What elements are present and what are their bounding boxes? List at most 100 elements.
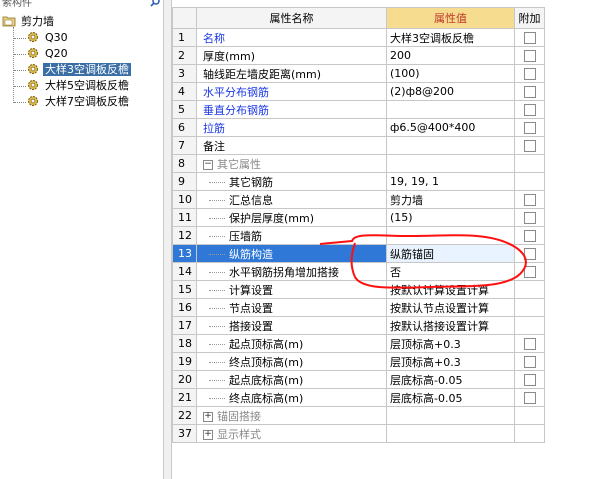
property-value[interactable]: 剪力墙 (386, 190, 515, 209)
extra-checkbox[interactable] (523, 50, 536, 62)
tree-item[interactable]: Q30 (27, 30, 70, 46)
property-row[interactable]: 9 其它钢筋 19, 19, 1 (172, 172, 545, 191)
extra-checkbox[interactable] (523, 68, 536, 80)
property-row[interactable]: 11 保护层厚度(mm) (15) (172, 208, 545, 227)
property-row[interactable]: 1 名称 大样3空调板反檐 (172, 28, 545, 47)
property-row[interactable]: 12 压墙筋 (172, 226, 545, 245)
collapse-icon[interactable]: − (203, 159, 213, 170)
extra-checkbox[interactable] (523, 356, 536, 368)
extra-checkbox[interactable] (523, 248, 536, 260)
expand-icon[interactable]: + (203, 429, 213, 440)
row-number: 12 (172, 226, 197, 245)
row-number: 4 (172, 82, 197, 101)
tree-connector (209, 344, 225, 345)
extra-checkbox[interactable] (523, 374, 536, 386)
property-value[interactable]: 大样3空调板反檐 (386, 28, 515, 47)
property-name-cell: 终点底标高(m) (196, 388, 387, 407)
tree-item[interactable]: 大样7空调板反檐 (27, 94, 131, 110)
tree-item[interactable]: 大样5空调板反檐 (27, 78, 131, 94)
property-value[interactable] (386, 154, 515, 173)
property-row[interactable]: 6 拉筋 ф6.5@400*400 (172, 118, 545, 137)
property-value[interactable]: (2)ф8@200 (386, 82, 515, 101)
property-value[interactable]: 按默认计算设置计算 (386, 280, 515, 299)
property-row[interactable]: 4 水平分布钢筋 (2)ф8@200 (172, 82, 545, 101)
property-name-cell: 终点顶标高(m) (196, 352, 387, 371)
row-number-header (172, 7, 197, 29)
tree-root-shear-wall[interactable]: 剪力墙 (2, 14, 56, 30)
extra-cell (514, 280, 545, 299)
property-row[interactable]: 15 计算设置 按默认计算设置计算 (172, 280, 545, 299)
property-row[interactable]: 18 起点顶标高(m) 层顶标高+0.3 (172, 334, 545, 353)
property-value[interactable]: 层底标高-0.05 (386, 388, 515, 407)
property-value[interactable]: 否 (386, 262, 515, 281)
extra-checkbox[interactable] (523, 86, 536, 98)
property-name-cell: 水平分布钢筋 (196, 82, 387, 101)
extra-checkbox[interactable] (523, 392, 536, 404)
property-name-cell: 拉筋 (196, 118, 387, 137)
tree-item[interactable]: 大样3空调板反檐 (27, 62, 131, 78)
row-number: 1 (172, 28, 197, 47)
property-row[interactable]: 2 厚度(mm) 200 (172, 46, 545, 65)
property-row[interactable]: 13 纵筋构造 纵筋锚固 (172, 244, 545, 263)
property-row[interactable]: 14 水平钢筋拐角增加搭接 否 (172, 262, 545, 281)
search-bar[interactable]: 索构件 (0, 0, 163, 12)
property-value[interactable]: 19, 19, 1 (386, 172, 515, 191)
property-row[interactable]: 22 + 锚固搭接 (172, 406, 545, 425)
search-icon[interactable] (150, 0, 161, 8)
property-name-cell: 计算设置 (196, 280, 387, 299)
property-value[interactable]: (15) (386, 208, 515, 227)
property-value[interactable] (386, 100, 515, 119)
property-row[interactable]: 17 搭接设置 按默认搭接设置计算 (172, 316, 545, 335)
extra-checkbox[interactable] (523, 140, 536, 152)
panel-splitter[interactable] (163, 0, 172, 479)
extra-cell (514, 388, 545, 407)
property-value[interactable] (386, 136, 515, 155)
extra-checkbox[interactable] (523, 32, 536, 44)
property-row[interactable]: 8− 其它属性 (172, 154, 545, 173)
property-name-cell: 备注 (196, 136, 387, 155)
property-name-header: 属性名称 (196, 7, 387, 29)
property-value[interactable]: ф6.5@400*400 (386, 118, 515, 137)
property-name: 终点底标高(m) (229, 391, 304, 405)
property-value[interactable]: 200 (386, 46, 515, 65)
tree-connector (209, 398, 225, 399)
extra-cell (514, 64, 545, 83)
property-value[interactable] (386, 424, 515, 443)
extra-checkbox[interactable] (523, 338, 536, 350)
extra-checkbox[interactable] (523, 104, 536, 116)
property-name: 节点设置 (229, 301, 273, 315)
property-row[interactable]: 20 起点底标高(m) 层底标高-0.05 (172, 370, 545, 389)
property-row[interactable]: 7 备注 (172, 136, 545, 155)
property-row[interactable]: 10 汇总信息 剪力墙 (172, 190, 545, 209)
property-value[interactable] (386, 406, 515, 425)
property-row[interactable]: 5 垂直分布钢筋 (172, 100, 545, 119)
extra-checkbox[interactable] (523, 194, 536, 206)
extra-checkbox[interactable] (523, 266, 536, 278)
extra-checkbox[interactable] (523, 122, 536, 134)
property-row[interactable]: 37 + 显示样式 (172, 424, 545, 443)
expand-icon[interactable]: + (203, 411, 213, 422)
property-value[interactable]: 层顶标高+0.3 (386, 334, 515, 353)
extra-cell (514, 208, 545, 227)
property-row[interactable]: 21 终点底标高(m) 层底标高-0.05 (172, 388, 545, 407)
property-value[interactable]: 纵筋锚固 (386, 244, 515, 263)
property-name: 名称 (203, 31, 225, 45)
extra-cell (514, 370, 545, 389)
property-row[interactable]: 3 轴线距左墙皮距离(mm) (100) (172, 64, 545, 83)
extra-checkbox[interactable] (523, 212, 536, 224)
gear-icon (27, 79, 39, 91)
property-value[interactable]: 按默认搭接设置计算 (386, 316, 515, 335)
tree-item[interactable]: Q20 (27, 46, 70, 62)
property-name-cell: 名称 (196, 28, 387, 47)
property-value[interactable]: 按默认节点设置计算 (386, 298, 515, 317)
extra-cell (514, 244, 545, 263)
property-value[interactable] (386, 226, 515, 245)
property-value[interactable]: (100) (386, 64, 515, 83)
property-value[interactable]: 层底标高-0.05 (386, 370, 515, 389)
extra-checkbox[interactable] (523, 230, 536, 242)
property-row[interactable]: 19 终点顶标高(m) 层顶标高+0.3 (172, 352, 545, 371)
property-value[interactable]: 层顶标高+0.3 (386, 352, 515, 371)
extra-cell (514, 82, 545, 101)
row-number: 8 (172, 154, 197, 173)
property-row[interactable]: 16 节点设置 按默认节点设置计算 (172, 298, 545, 317)
